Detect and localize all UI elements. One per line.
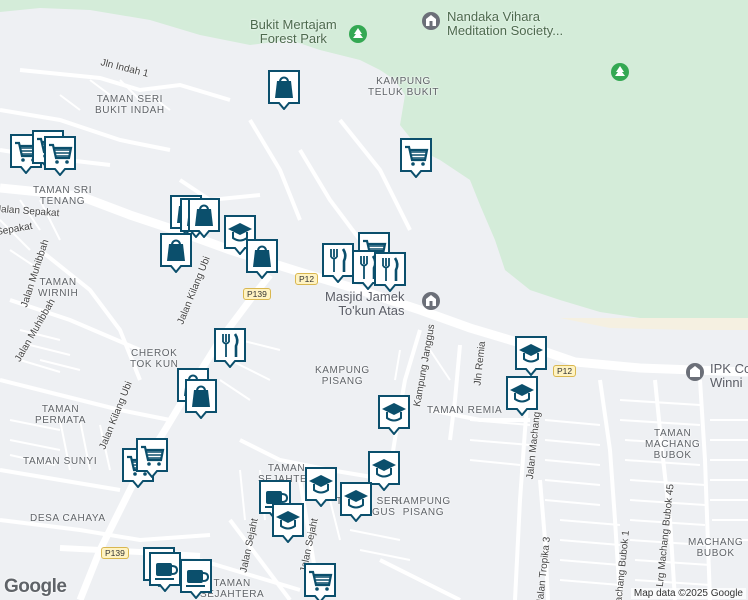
mosque-icon[interactable]: [421, 291, 441, 311]
poi-ipk[interactable]: IPK Cc Winni: [710, 362, 748, 390]
google-logo: Google: [4, 576, 67, 597]
tree-icon[interactable]: [610, 62, 630, 82]
school-marker[interactable]: [376, 393, 412, 436]
area-label: CHEROK TOK KUN: [130, 348, 178, 370]
school-icon: [272, 503, 304, 544]
cart-icon: [400, 138, 432, 179]
area-label-text: TAMAN SRI TENANG: [33, 185, 93, 207]
area-label-text: TAMAN PERMATA: [35, 404, 87, 426]
poi-masjid-name: Masjid Jamek To'kun Atas: [325, 289, 405, 318]
place-icon[interactable]: [685, 362, 705, 382]
school-icon: [305, 467, 337, 508]
area-label-text: MACHANG BUBOK: [688, 537, 744, 559]
shopping-bag-marker[interactable]: [244, 237, 280, 280]
area-label: KAMPUNG PISANG: [315, 365, 370, 387]
school-marker[interactable]: [338, 480, 374, 523]
restaurant-marker[interactable]: [212, 326, 248, 369]
school-icon: [515, 336, 547, 377]
shopping-bag-marker[interactable]: [266, 68, 302, 111]
area-label-text: DESA CAHAYA: [30, 513, 106, 524]
area-label: KAMPUNG PISANG: [396, 496, 451, 518]
shopping-bag-icon: [268, 70, 300, 111]
cart-marker[interactable]: [398, 136, 434, 179]
area-label-text: TAMAN REMIA: [427, 405, 503, 416]
shopping-bag-icon: [246, 239, 278, 280]
cart-marker[interactable]: [134, 436, 170, 479]
shopping-bag-icon: [160, 233, 192, 274]
coffee-icon: [180, 559, 212, 600]
area-label-text: TAMAN MACHANG BUBOK: [645, 428, 701, 461]
area-label-text: TAMAN SERI BUKIT INDAH: [95, 94, 165, 116]
school-marker[interactable]: [303, 465, 339, 508]
restaurant-icon: [374, 252, 406, 293]
school-icon: [506, 376, 538, 417]
poi-masjid[interactable]: Masjid Jamek To'kun Atas: [325, 290, 404, 318]
shopping-bag-marker[interactable]: [158, 231, 194, 274]
school-icon: [340, 482, 372, 523]
cart-marker[interactable]: [302, 561, 338, 600]
area-label: TAMAN SERI BUKIT INDAH: [95, 94, 165, 116]
poi-meditation[interactable]: Nandaka Vihara Meditation Society...: [447, 10, 563, 38]
area-label-text: TAMAN WIRNIH: [38, 277, 79, 299]
area-label: TAMAN WIRNIH: [38, 277, 78, 299]
school-icon: [378, 395, 410, 436]
area-label: TAMAN MACHANG BUBOK: [645, 428, 700, 461]
coffee-marker[interactable]: [178, 557, 214, 600]
shopping-bag-icon: [185, 379, 217, 420]
shopping-bag-marker[interactable]: [183, 377, 219, 420]
cart-icon: [304, 563, 336, 600]
cart-icon: [44, 136, 76, 177]
area-label: TAMAN REMIA: [427, 405, 502, 416]
route-shield-p139: P139: [243, 288, 271, 300]
restaurant-marker[interactable]: [372, 250, 408, 293]
school-marker[interactable]: [270, 501, 306, 544]
sandy-area: [560, 318, 748, 330]
area-label: MACHANG BUBOK: [688, 537, 743, 559]
area-label: TAMAN PERMATA: [35, 404, 86, 426]
area-label: TAMAN SUNYI: [23, 456, 97, 467]
area-label: KAMPUNG TELUK BUKIT: [368, 76, 439, 98]
school-marker[interactable]: [504, 374, 540, 417]
route-shield-p12: P12: [295, 273, 319, 285]
tree-icon[interactable]: [348, 24, 368, 44]
attribution: Map data ©2025 Google: [630, 588, 746, 599]
area-label: TAMAN SRI TENANG: [33, 185, 92, 207]
area-label-text: KAMPUNG TELUK BUKIT: [368, 76, 440, 98]
cart-icon: [136, 438, 168, 479]
area-label-text: KAMPUNG PISANG: [396, 496, 451, 518]
poi-forest-park[interactable]: Bukit Mertajam Forest Park: [250, 18, 337, 46]
worship-icon[interactable]: [421, 11, 441, 31]
poi-meditation-name: Nandaka Vihara Meditation Society...: [447, 9, 564, 38]
route-shield-p139: P139: [101, 547, 129, 559]
map-canvas[interactable]: Bukit Mertajam Forest Park Nandaka Vihar…: [0, 0, 748, 600]
poi-forest-park-name: Bukit Mertajam Forest Park: [250, 17, 337, 46]
cart-marker[interactable]: [42, 134, 78, 177]
area-label: DESA CAHAYA: [30, 513, 106, 524]
area-label-text: CHEROK TOK KUN: [130, 348, 179, 370]
area-label-text: TAMAN SUNYI: [23, 456, 98, 467]
school-marker[interactable]: [513, 334, 549, 377]
route-shield-p12: P12: [553, 365, 577, 377]
area-label-text: KAMPUNG PISANG: [315, 365, 370, 387]
poi-ipk-name: IPK Cc Winni: [710, 361, 748, 390]
restaurant-icon: [214, 328, 246, 369]
